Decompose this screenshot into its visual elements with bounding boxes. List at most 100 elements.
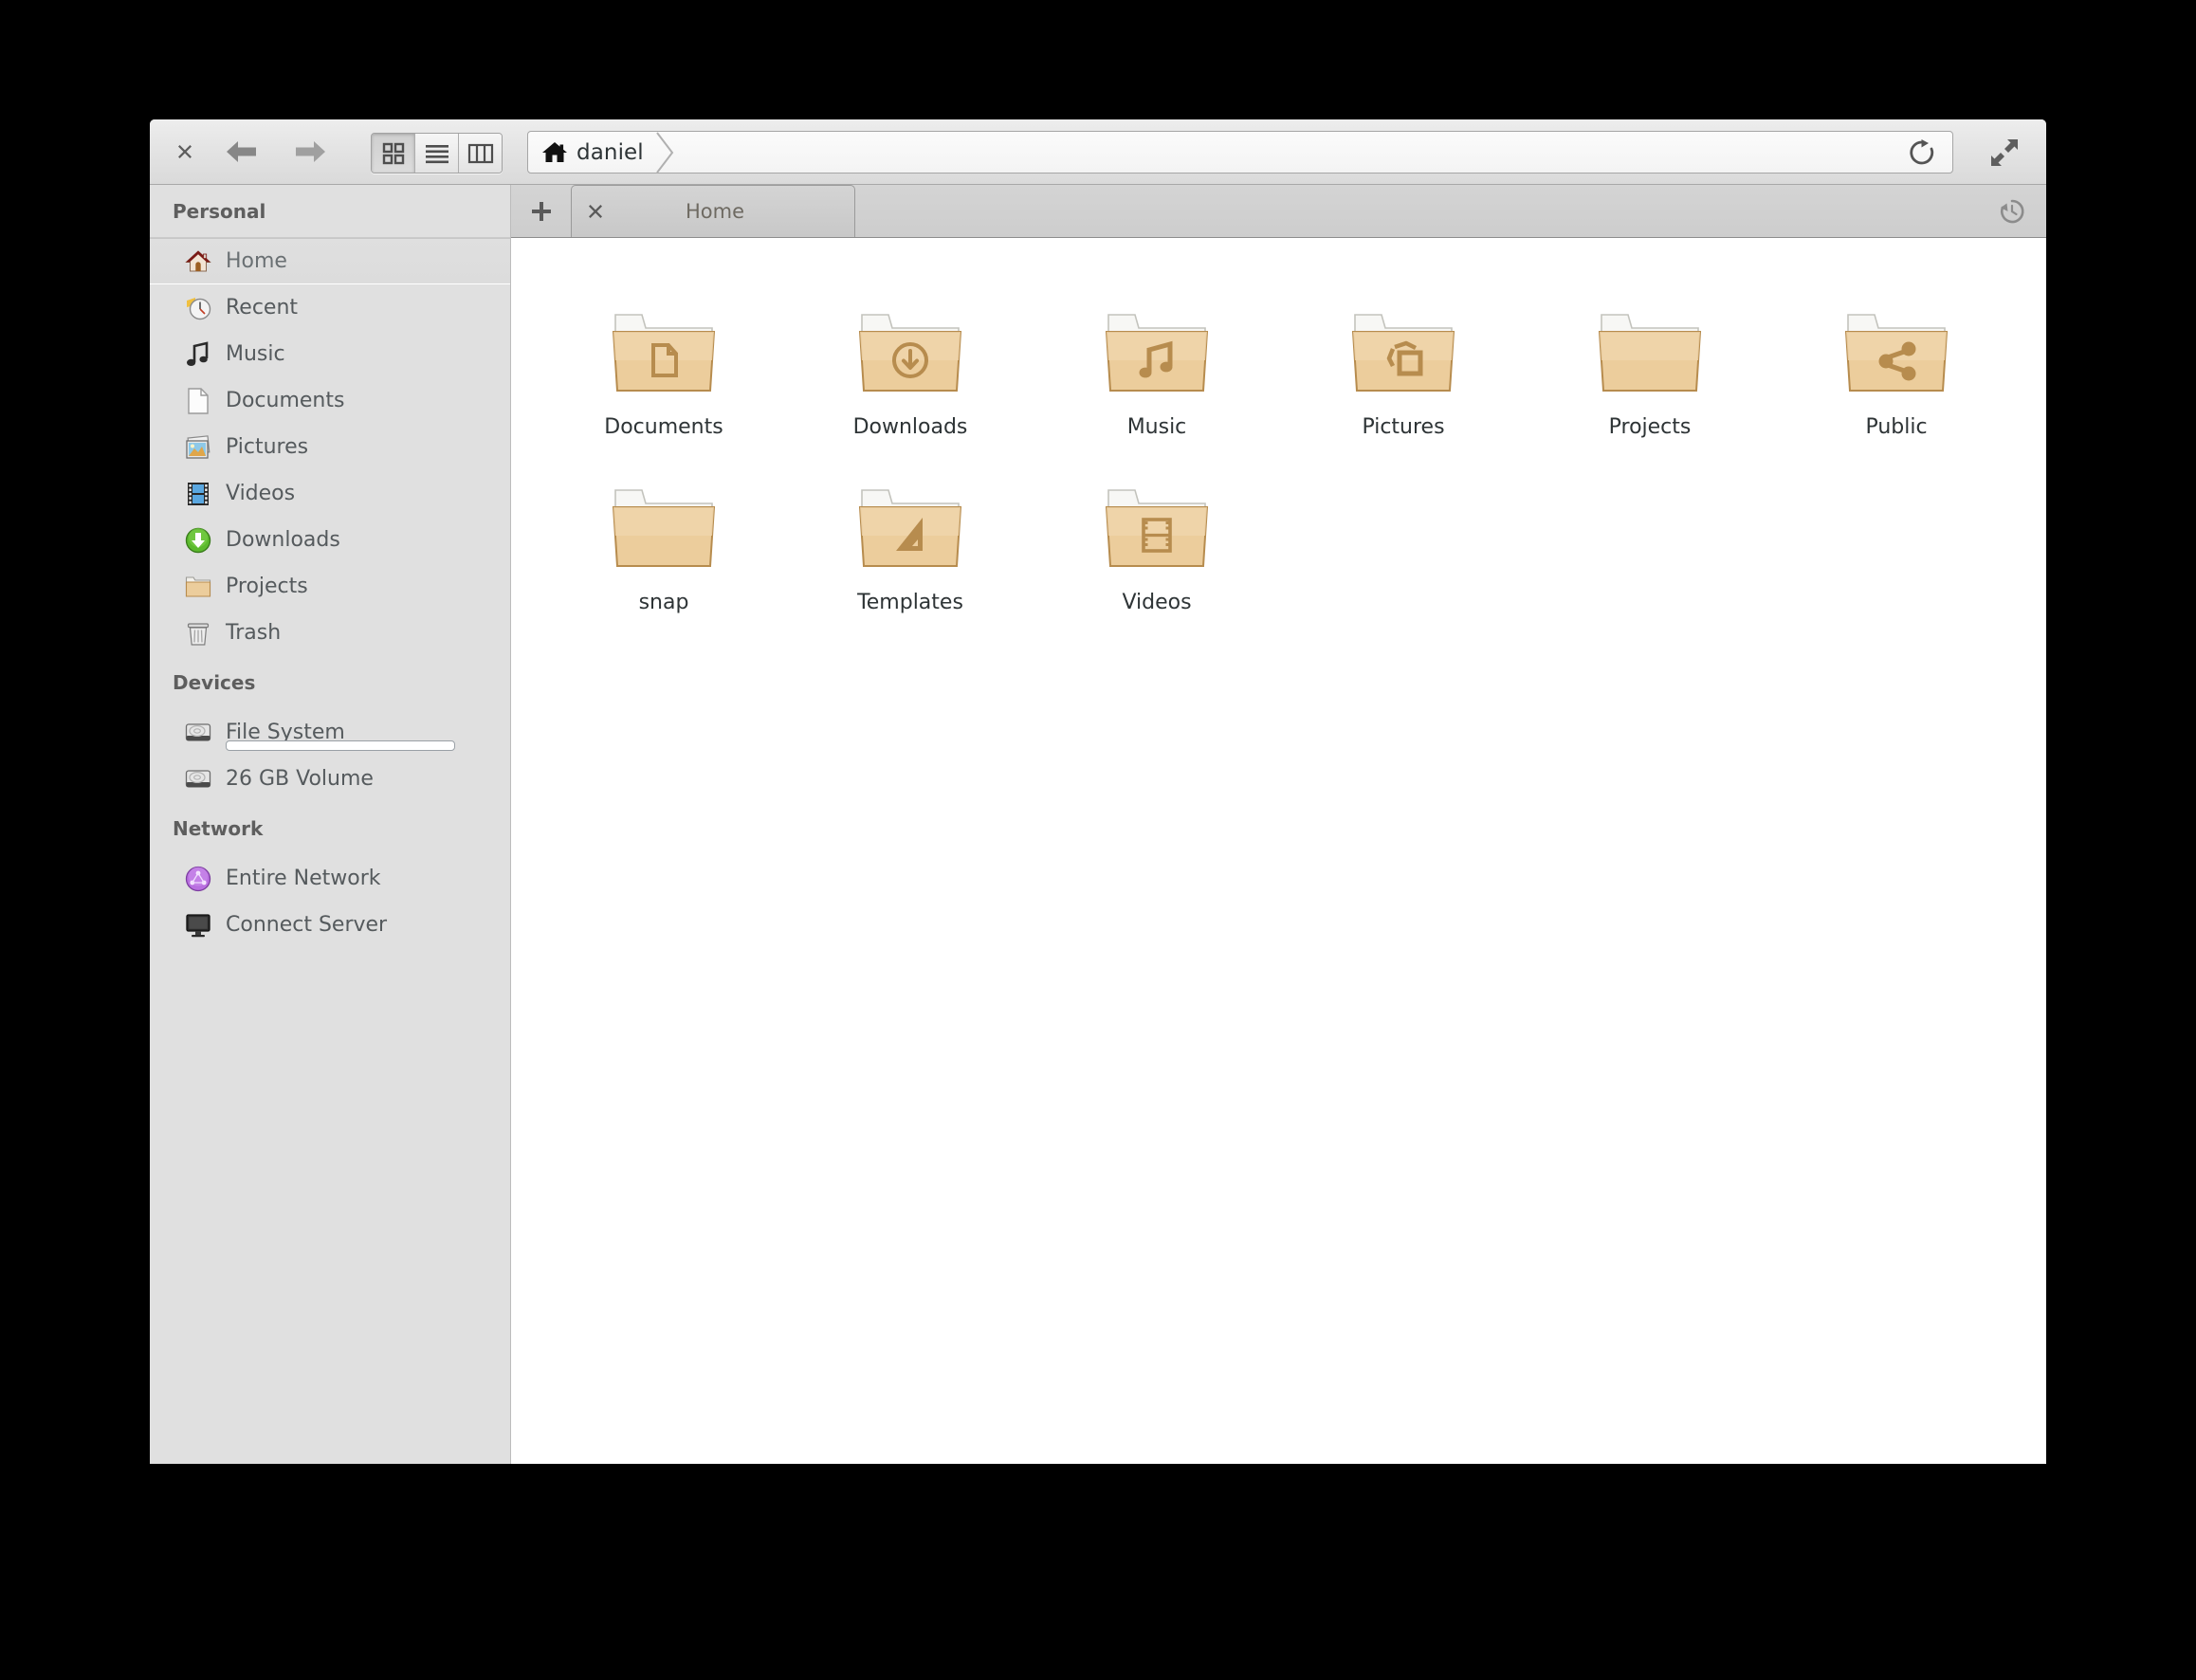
network-globe-icon bbox=[184, 865, 212, 893]
sidebar-item-label: Projects bbox=[226, 575, 308, 598]
history-button[interactable] bbox=[1978, 185, 2046, 237]
file-item-downloads[interactable]: Downloads bbox=[787, 279, 1034, 454]
trash-can-icon bbox=[184, 619, 212, 648]
tab-label: Home bbox=[685, 200, 744, 223]
file-item-public[interactable]: Public bbox=[1773, 279, 2020, 454]
file-label: Pictures bbox=[1362, 415, 1445, 439]
expand-arrows-icon bbox=[1991, 138, 2018, 166]
sidebar-section-personal: Personal bbox=[150, 185, 510, 238]
arrow-right-icon bbox=[296, 141, 325, 162]
reload-icon bbox=[1910, 138, 1934, 164]
sidebar: Personal Home Recent Music Documents Pic… bbox=[150, 185, 511, 1464]
sidebar-item-recent[interactable]: Recent bbox=[150, 284, 510, 331]
view-mode-list-button[interactable] bbox=[415, 134, 459, 173]
folder-downloads-icon bbox=[854, 290, 966, 402]
sidebar-item-label: Entire Network bbox=[226, 867, 381, 890]
chevron-right-icon bbox=[653, 131, 678, 174]
sidebar-item-label: Music bbox=[226, 342, 285, 366]
maximize-button[interactable] bbox=[1978, 131, 2031, 173]
sidebar-item-label: Documents bbox=[226, 389, 345, 412]
file-label: snap bbox=[638, 591, 689, 614]
sidebar-section-network: Network bbox=[173, 817, 264, 840]
plus-icon bbox=[531, 201, 551, 221]
document-page-icon bbox=[184, 387, 212, 415]
file-label: Documents bbox=[604, 415, 723, 439]
breadcrumb-daniel[interactable]: daniel bbox=[528, 131, 678, 174]
sidebar-section-devices: Devices bbox=[173, 671, 256, 694]
forward-button[interactable] bbox=[288, 131, 332, 173]
back-button[interactable] bbox=[220, 131, 264, 173]
file-item-projects[interactable]: Projects bbox=[1527, 279, 1773, 454]
file-label: Projects bbox=[1608, 415, 1692, 439]
view-mode-switcher bbox=[371, 133, 503, 173]
download-arrow-icon bbox=[184, 526, 212, 555]
sidebar-item-file-system[interactable]: File System bbox=[150, 709, 510, 756]
sidebar-item-label: 26 GB Volume bbox=[226, 767, 374, 791]
file-label: Downloads bbox=[852, 415, 968, 439]
sidebar-item-label: Trash bbox=[226, 621, 282, 645]
sidebar-item-label: Pictures bbox=[226, 435, 309, 459]
folder-pictures-icon bbox=[1347, 290, 1459, 402]
file-item-music[interactable]: Music bbox=[1034, 279, 1280, 454]
file-label: Music bbox=[1126, 415, 1187, 439]
sidebar-item-downloads[interactable]: Downloads bbox=[150, 517, 510, 563]
tab-close-button[interactable] bbox=[572, 186, 619, 237]
pictures-photo-icon bbox=[184, 433, 212, 462]
list-view-icon bbox=[425, 144, 448, 163]
folder-documents-icon bbox=[608, 290, 720, 402]
sidebar-item-trash[interactable]: Trash bbox=[150, 610, 510, 656]
view-mode-column-button[interactable] bbox=[459, 134, 502, 173]
sidebar-item-videos[interactable]: Videos bbox=[150, 470, 510, 517]
column-view-icon bbox=[467, 143, 493, 163]
monitor-server-icon bbox=[184, 911, 212, 940]
sidebar-item-26gb-volume[interactable]: 26 GB Volume bbox=[150, 756, 510, 802]
folder-music-icon bbox=[1101, 290, 1213, 402]
arrow-left-icon bbox=[227, 141, 256, 162]
sidebar-item-home[interactable]: Home bbox=[150, 238, 510, 284]
folder-templates-icon bbox=[854, 466, 966, 577]
folder-public-icon bbox=[1840, 290, 1952, 402]
history-clock-icon bbox=[2001, 199, 2024, 223]
file-item-pictures[interactable]: Pictures bbox=[1280, 279, 1527, 454]
file-manager-window: daniel Personal Home Recent Music Docume… bbox=[150, 119, 2046, 1464]
reload-button[interactable] bbox=[1903, 132, 1941, 173]
folder-videos-icon bbox=[1101, 466, 1213, 577]
home-icon bbox=[541, 140, 568, 165]
breadcrumb-label: daniel bbox=[576, 139, 644, 165]
tab-home[interactable]: Home bbox=[571, 185, 855, 237]
folder-plain-icon bbox=[1594, 290, 1706, 402]
tab-bar: Home bbox=[511, 185, 2046, 238]
sidebar-item-projects[interactable]: Projects bbox=[150, 563, 510, 610]
file-item-templates[interactable]: Templates bbox=[787, 454, 1034, 630]
file-list-area[interactable]: Documents Downloads Music Pictures Proje… bbox=[512, 239, 2046, 1464]
close-icon bbox=[178, 145, 192, 158]
file-item-videos[interactable]: Videos bbox=[1034, 454, 1280, 630]
file-item-documents[interactable]: Documents bbox=[540, 279, 787, 454]
sidebar-item-pictures[interactable]: Pictures bbox=[150, 424, 510, 470]
sidebar-item-documents[interactable]: Documents bbox=[150, 377, 510, 424]
folder-plain-icon bbox=[608, 466, 720, 577]
recent-clock-icon bbox=[184, 294, 212, 322]
file-item-snap[interactable]: snap bbox=[540, 454, 787, 630]
folder-icon bbox=[184, 573, 212, 601]
sidebar-item-label: Downloads bbox=[226, 528, 340, 552]
file-grid: Documents Downloads Music Pictures Proje… bbox=[512, 279, 2046, 630]
new-tab-button[interactable] bbox=[511, 185, 571, 237]
file-label: Templates bbox=[857, 591, 963, 614]
close-window-button[interactable] bbox=[163, 131, 207, 173]
view-mode-icon-button[interactable] bbox=[372, 134, 415, 173]
sidebar-item-label: Videos bbox=[226, 482, 296, 505]
sidebar-item-music[interactable]: Music bbox=[150, 331, 510, 377]
music-note-icon bbox=[184, 340, 212, 369]
video-filmstrip-icon bbox=[184, 480, 212, 508]
home-icon bbox=[184, 247, 212, 276]
toolbar: daniel bbox=[150, 119, 2046, 185]
grid-view-icon bbox=[382, 142, 404, 164]
path-bar[interactable]: daniel bbox=[527, 131, 1953, 173]
sidebar-item-label: Recent bbox=[226, 296, 299, 320]
sidebar-item-label: Connect Server bbox=[226, 913, 388, 937]
close-icon bbox=[589, 205, 602, 218]
sidebar-item-entire-network[interactable]: Entire Network bbox=[150, 855, 510, 902]
file-system-capacity-bar bbox=[226, 740, 455, 751]
sidebar-item-connect-server[interactable]: Connect Server bbox=[150, 902, 510, 948]
